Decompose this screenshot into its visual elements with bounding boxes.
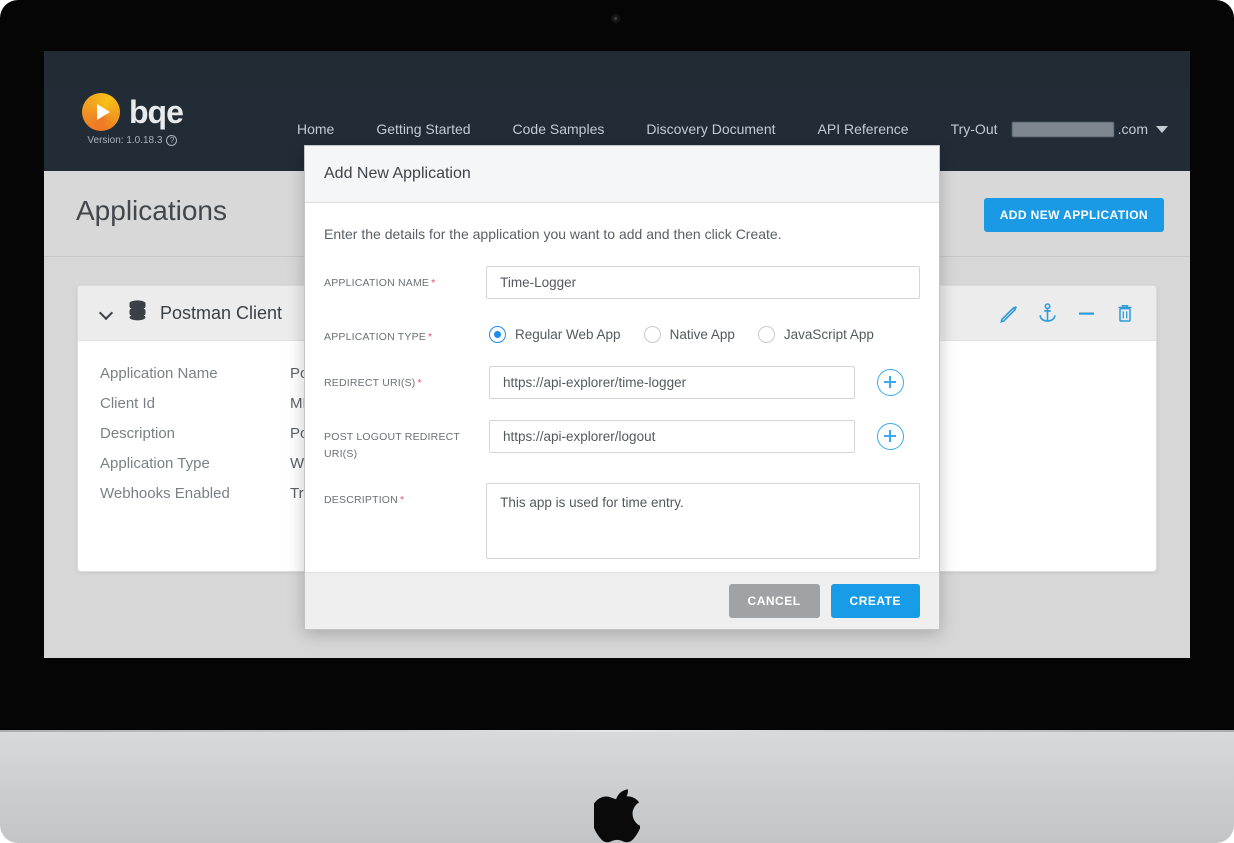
imac-device: bqe Version: 1.0.18.3 ? Home Getting Sta… xyxy=(0,0,1234,843)
add-new-application-button[interactable]: ADD NEW APPLICATION xyxy=(983,198,1164,232)
minus-icon[interactable] xyxy=(1077,304,1096,323)
dialog-footer: CANCEL CREATE xyxy=(305,572,939,629)
brand-row: bqe xyxy=(82,93,184,131)
post-logout-uris-label: POST LOGOUT REDIRECT URI(S) xyxy=(324,431,460,460)
monitor-chin xyxy=(0,730,1234,843)
dialog-body: Enter the details for the application yo… xyxy=(305,203,939,559)
add-new-application-dialog: Add New Application Enter the details fo… xyxy=(304,145,940,630)
dialog-header: Add New Application xyxy=(305,146,939,203)
nav-link-try-out[interactable]: Try-Out xyxy=(930,121,1019,137)
application-card-actions xyxy=(999,303,1134,323)
page-title: Applications xyxy=(76,195,227,226)
version-block: Version: 1.0.18.3 ? xyxy=(87,135,178,146)
radio-indicator xyxy=(757,326,775,343)
nav-link-discovery-document[interactable]: Discovery Document xyxy=(625,121,796,137)
radio-regular-web-app[interactable]: Regular Web App xyxy=(489,326,621,343)
cancel-button[interactable]: CANCEL xyxy=(728,584,820,618)
post-logout-redirect-uri-input[interactable] xyxy=(489,420,855,454)
application-name-label: APPLICATION NAME * xyxy=(324,266,486,291)
detail-label: Webhooks Enabled xyxy=(100,485,230,502)
radio-label: Regular Web App xyxy=(515,327,621,342)
radio-javascript-app[interactable]: JavaScript App xyxy=(757,326,874,343)
description-textarea[interactable] xyxy=(486,482,920,559)
label-text: REDIRECT URI(S) xyxy=(324,377,416,390)
anchor-icon[interactable] xyxy=(1038,303,1057,323)
field-row-redirect-uris: REDIRECT URI(S) * xyxy=(324,366,920,400)
account-menu[interactable]: .com xyxy=(1011,87,1168,171)
detail-label: Client Id xyxy=(100,395,156,412)
label-text: APPLICATION NAME xyxy=(324,277,430,289)
application-name-input[interactable] xyxy=(486,266,920,299)
trash-icon[interactable] xyxy=(1116,303,1134,323)
radio-label: JavaScript App xyxy=(783,327,874,342)
field-row-description: DESCRIPTION * xyxy=(324,482,920,559)
radio-indicator xyxy=(489,326,506,343)
create-button[interactable]: CREATE xyxy=(830,584,920,618)
application-type-radio-group: Regular Web App Native App JavaScript Ap… xyxy=(489,320,897,343)
dialog-intro-text: Enter the details for the application yo… xyxy=(324,226,782,242)
account-email-redacted xyxy=(1011,121,1114,137)
required-asterisk: * xyxy=(417,377,422,390)
required-asterisk: * xyxy=(431,277,436,289)
detail-label: Application Type xyxy=(100,455,210,472)
label-text: APPLICATION TYPE xyxy=(324,331,427,343)
radio-label: Native App xyxy=(669,327,735,342)
brand-name: bqe xyxy=(129,94,184,130)
pencil-icon[interactable] xyxy=(999,304,1018,323)
required-asterisk: * xyxy=(399,493,405,506)
account-domain-suffix: .com xyxy=(1117,121,1148,137)
radio-native-app[interactable]: Native App xyxy=(643,326,735,343)
version-label: Version: 1.0.18.3 xyxy=(87,135,163,146)
detail-label: Description xyxy=(100,425,176,442)
radio-indicator xyxy=(643,326,661,343)
chevron-down-icon[interactable] xyxy=(100,306,114,320)
add-post-logout-uri-plus-circle-icon[interactable] xyxy=(877,423,904,451)
nav-link-code-samples[interactable]: Code Samples xyxy=(492,121,626,137)
description-label: DESCRIPTION * xyxy=(324,483,486,508)
application-type-label: APPLICATION TYPE * xyxy=(324,320,489,345)
chevron-down-icon[interactable] xyxy=(1156,125,1168,133)
redirect-uris-label: REDIRECT URI(S) * xyxy=(324,366,489,391)
camera-dot-icon xyxy=(611,14,620,23)
brand-block[interactable]: bqe Version: 1.0.18.3 ? xyxy=(82,93,184,146)
field-row-application-name: APPLICATION NAME * xyxy=(324,266,920,299)
label-text: DESCRIPTION xyxy=(324,493,398,506)
browser-viewport: bqe Version: 1.0.18.3 ? Home Getting Sta… xyxy=(44,51,1190,658)
nav-link-home[interactable]: Home xyxy=(276,121,355,137)
detail-label: Application Name xyxy=(100,365,218,382)
application-card-title: Postman Client xyxy=(160,302,283,323)
redirect-uri-input[interactable] xyxy=(489,366,855,400)
nav-link-api-reference[interactable]: API Reference xyxy=(797,121,930,137)
bqe-play-logo-icon xyxy=(82,93,120,131)
add-redirect-uri-plus-circle-icon[interactable] xyxy=(877,369,904,397)
viewport-top-strip xyxy=(44,51,1190,87)
question-mark-icon[interactable]: ? xyxy=(166,135,178,146)
apple-logo-icon xyxy=(594,789,640,843)
database-icon xyxy=(128,300,147,326)
dialog-title: Add New Application xyxy=(324,165,471,182)
required-asterisk: * xyxy=(428,331,433,343)
nav-link-getting-started[interactable]: Getting Started xyxy=(355,121,491,137)
field-row-post-logout-uris: POST LOGOUT REDIRECT URI(S) xyxy=(324,420,920,462)
field-row-application-type: APPLICATION TYPE * Regular Web App Native… xyxy=(324,320,920,345)
